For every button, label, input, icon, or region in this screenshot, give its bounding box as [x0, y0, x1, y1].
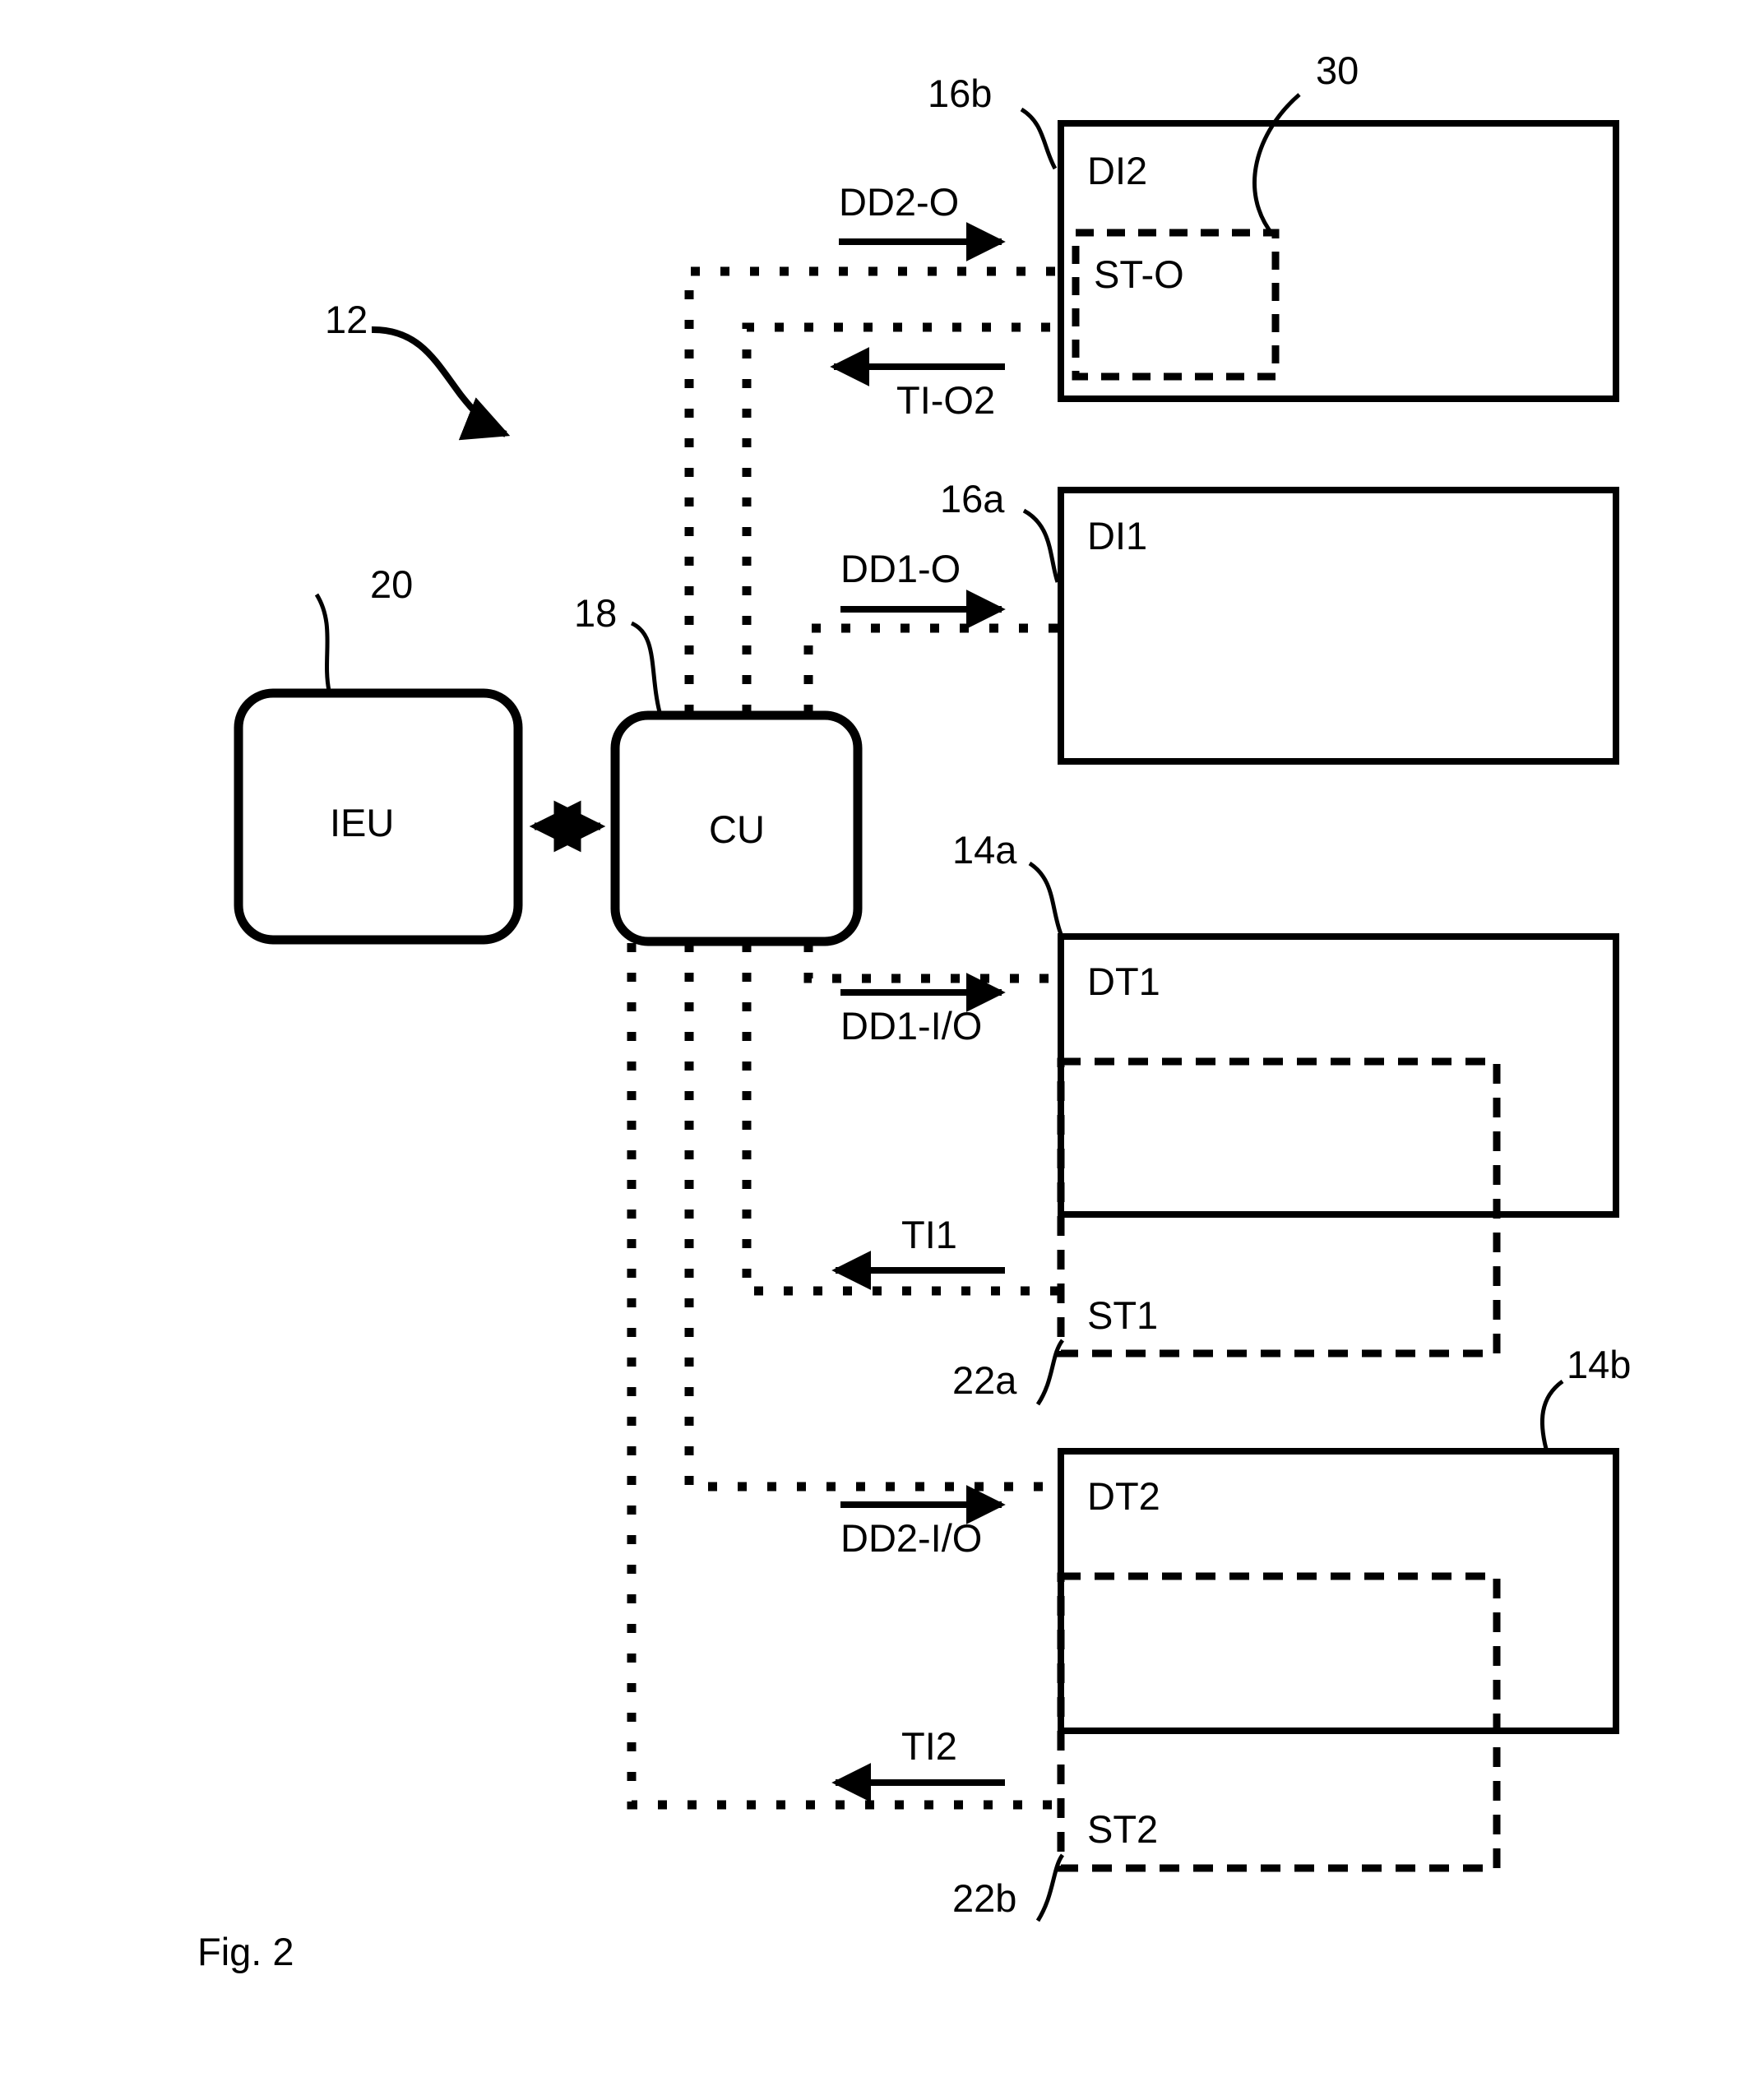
leader-14b: [1540, 1379, 1564, 1450]
block-label-dt2: DT2: [1087, 1474, 1160, 1518]
leader-14a: [1028, 861, 1063, 935]
ref-label-16b: 16b: [928, 72, 993, 115]
ref-label-30: 30: [1316, 49, 1359, 92]
block-label-ieu: IEU: [330, 801, 395, 844]
ref-label-16a: 16a: [940, 477, 1005, 520]
ref-label-22a: 22a: [952, 1358, 1017, 1402]
block-label-di1: DI1: [1087, 514, 1148, 557]
ref-label-14b: 14b: [1567, 1343, 1632, 1386]
leader-22a: [1035, 1339, 1065, 1406]
leader-16b: [1020, 107, 1058, 170]
patent-figure: DI2 ST-O DI1 IEU CU DT1 ST1 DT2 ST2 DD2-…: [0, 0, 1764, 2086]
ref-label-22b: 22b: [952, 1876, 1017, 1920]
leader-18: [630, 621, 662, 713]
signal-label-tio2: TI-O2: [896, 378, 996, 422]
leader-30: [1252, 93, 1301, 237]
signal-label-dd1io: DD1-I/O: [840, 1004, 983, 1048]
leader-16a: [1022, 508, 1060, 583]
signal-label-ti1: TI1: [901, 1213, 957, 1256]
figure-caption: Fig. 2: [197, 1930, 294, 1973]
block-label-dt1: DT1: [1087, 960, 1160, 1003]
signal-label-ti2: TI2: [901, 1724, 957, 1768]
leader-12-arrow: [371, 326, 511, 441]
block-label-di2: DI2: [1087, 149, 1148, 192]
bus-dotted-lines-upper: [684, 266, 1063, 714]
leader-20: [314, 593, 331, 691]
signal-label-dd2o: DD2-O: [839, 180, 960, 224]
leader-22b: [1035, 1853, 1065, 1922]
ref-label-20: 20: [370, 562, 414, 606]
ref-label-18: 18: [574, 591, 618, 635]
signal-label-dd2io: DD2-I/O: [840, 1516, 983, 1560]
ref-label-12: 12: [325, 298, 368, 341]
ref-label-14a: 14a: [952, 828, 1017, 872]
block-label-st2: ST2: [1087, 1807, 1159, 1851]
signal-label-dd1o: DD1-O: [840, 547, 961, 590]
block-label-st-o: ST-O: [1094, 252, 1184, 296]
block-label-st1: ST1: [1087, 1293, 1159, 1337]
block-label-cu: CU: [709, 807, 765, 851]
